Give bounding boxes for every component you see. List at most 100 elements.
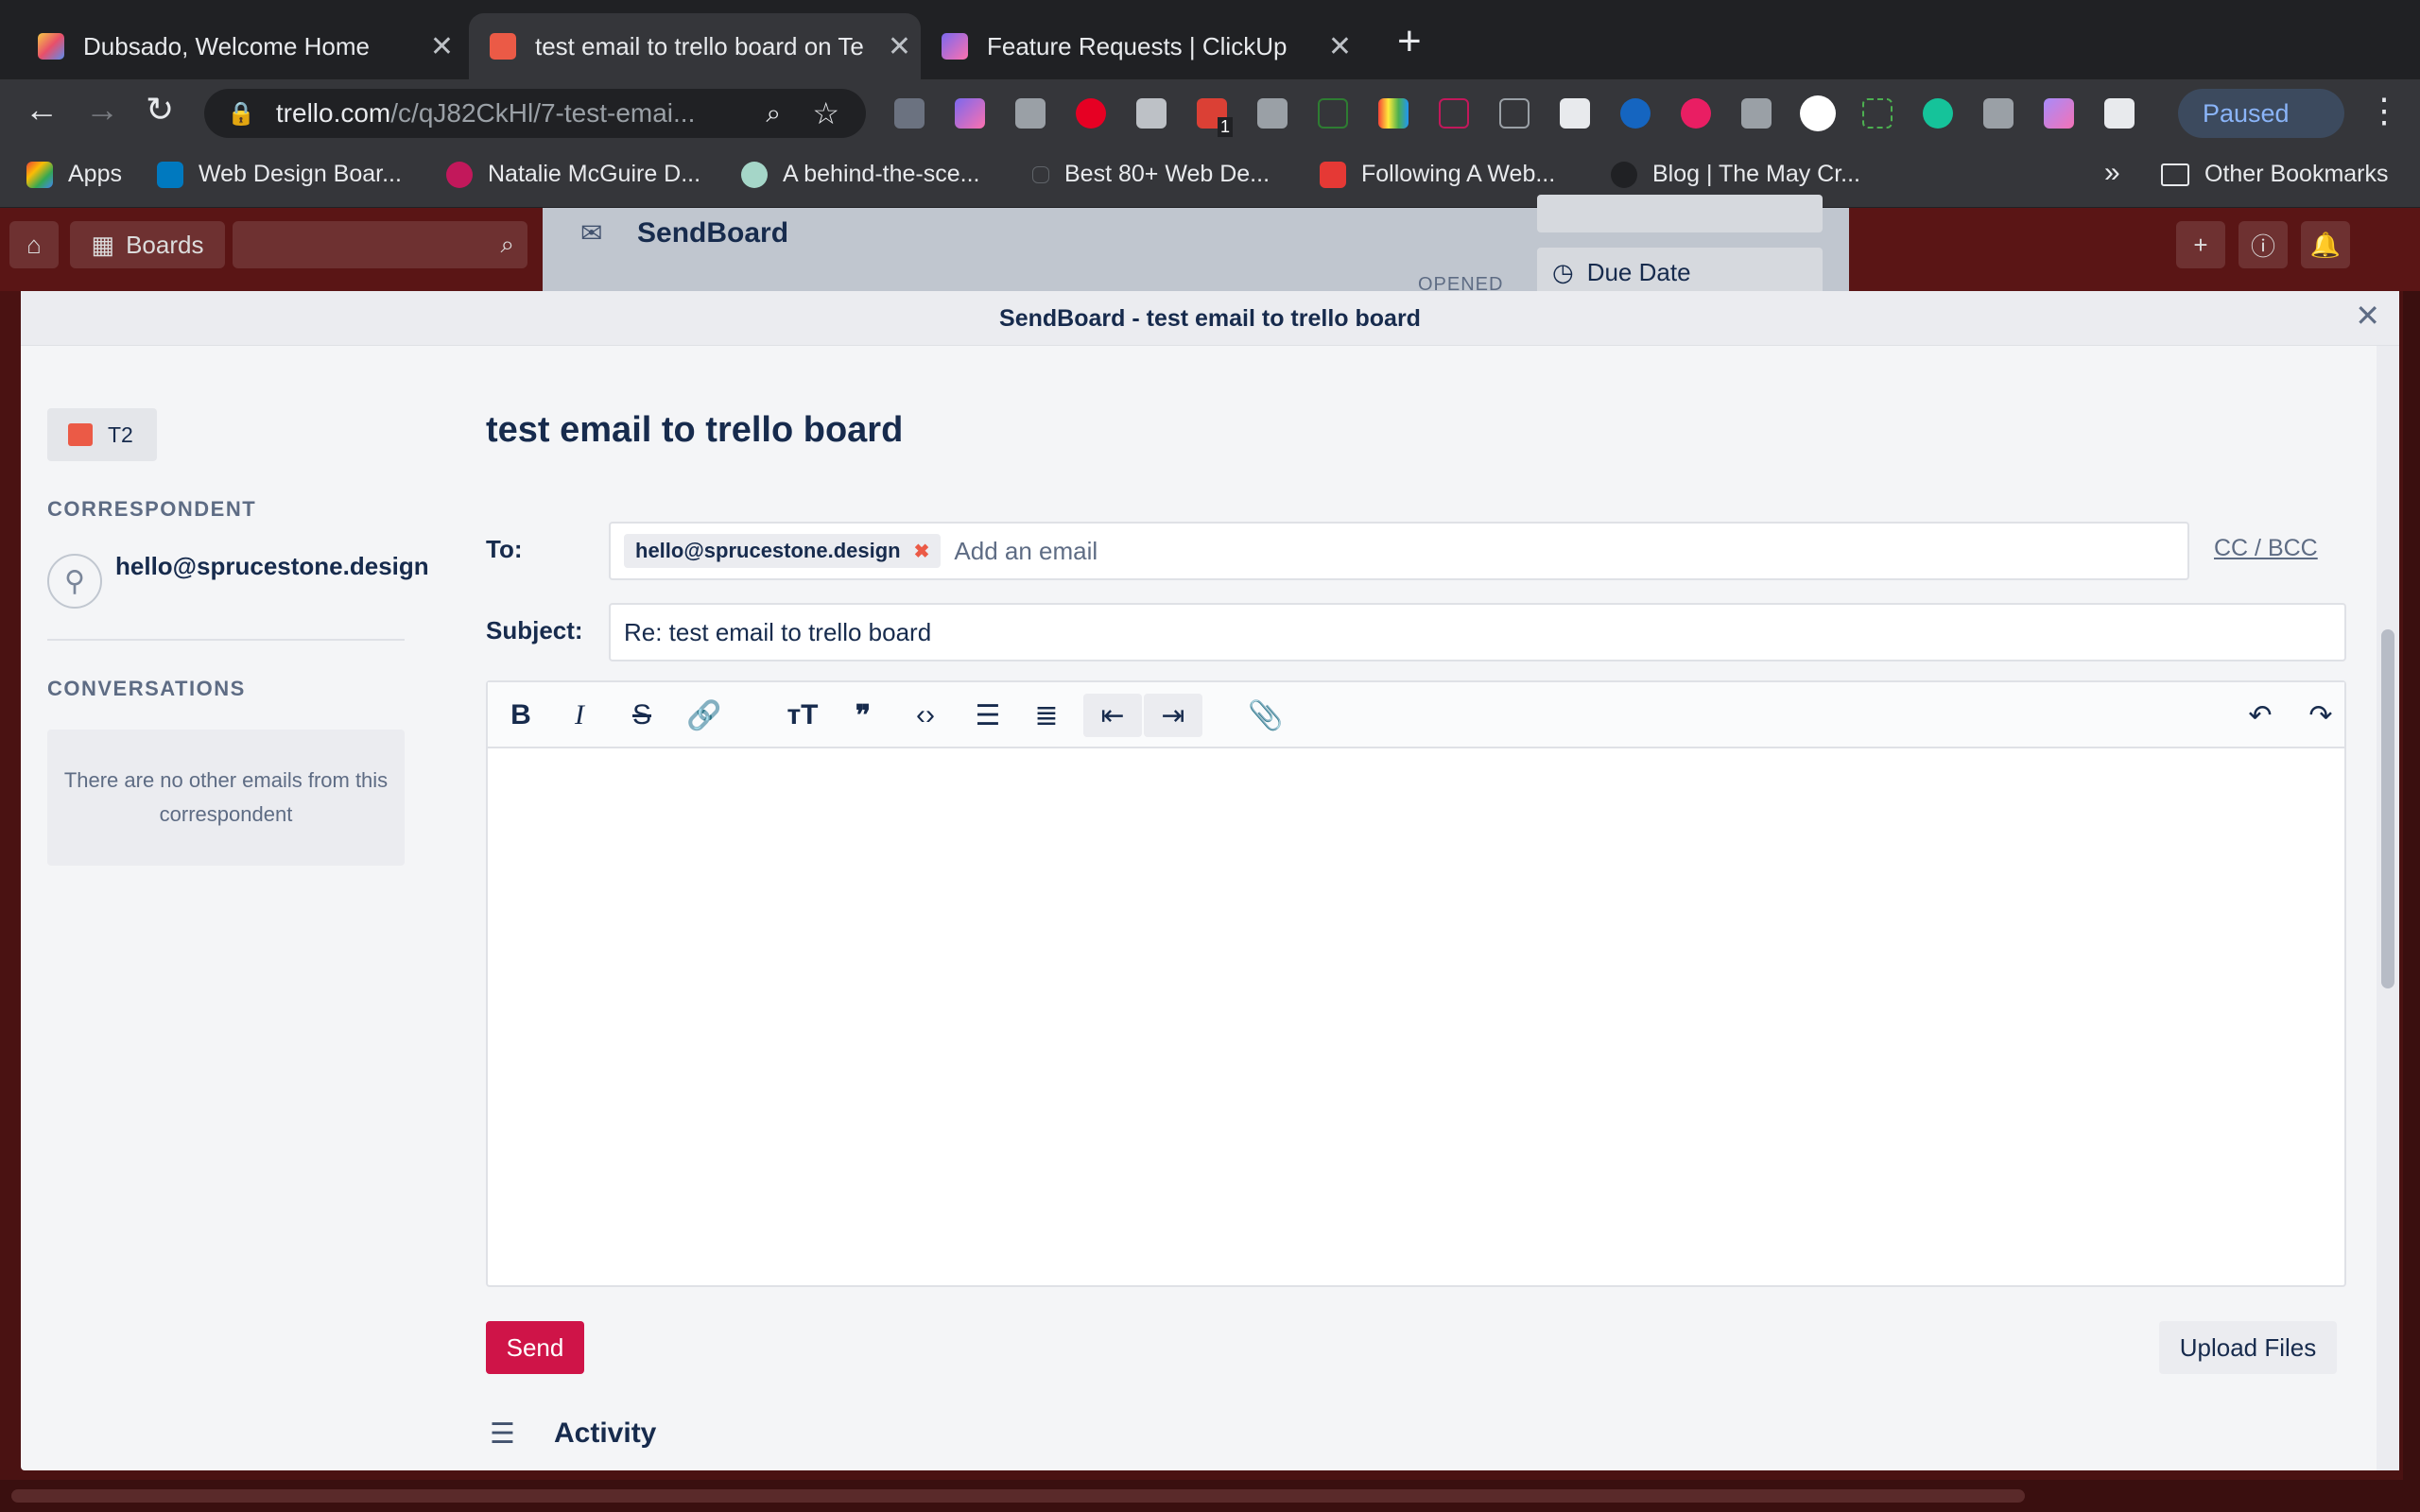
trello-search[interactable]: ⌕ (233, 221, 527, 268)
page-vertical-scrollbar[interactable] (2403, 291, 2420, 1480)
lock-icon: 🔒 (227, 100, 255, 127)
link-icon[interactable]: 🔗 (683, 694, 726, 737)
new-tab-icon[interactable]: + (1397, 21, 1422, 62)
zoom-icon[interactable]: ⌕ (766, 98, 781, 129)
clickup-icon (942, 33, 968, 60)
bookmark-label: Following A Web... (1361, 161, 1556, 187)
trello-icon (157, 161, 183, 188)
heading-icon[interactable]: тT (781, 694, 824, 737)
more-menu-icon[interactable]: ⋮ (2367, 91, 2401, 130)
bookmark-star-icon[interactable]: ☆ (812, 95, 839, 131)
boards-button[interactable]: ▦ Boards (70, 221, 225, 268)
bookmark-label: Best 80+ Web De... (1064, 161, 1270, 187)
t-extension-icon[interactable] (1681, 98, 1711, 129)
bookmark-apps[interactable]: Apps (26, 161, 122, 188)
indent-icon[interactable]: ⇥ (1144, 694, 1202, 737)
italic-icon[interactable]: I (558, 694, 601, 737)
email-body-editor[interactable]: B I S 🔗 тT ❞ ‹› ☰ ≣ ⇤ ⇥ 📎 ↶ ↷ (486, 680, 2346, 1287)
clipboard-extension-icon[interactable] (2104, 98, 2135, 129)
profile-paused-button[interactable]: Paused (2178, 89, 2344, 138)
numbered-list-icon[interactable]: ≣ (1025, 694, 1068, 737)
bold-icon[interactable]: B (499, 694, 543, 737)
scrollbar-thumb[interactable] (11, 1489, 2025, 1503)
grid-extension-icon[interactable] (1257, 98, 1288, 129)
tab-dubsado[interactable]: Dubsado, Welcome Home ✕ (0, 13, 463, 79)
heart-icon (741, 161, 768, 188)
back-icon[interactable]: ← (25, 93, 59, 127)
forward-icon[interactable]: → (85, 93, 119, 127)
address-bar[interactable]: 🔒 trello.com/c/qJ82CkHl/7-test-emai... ⌕… (204, 89, 866, 138)
extension-icon[interactable] (1136, 98, 1167, 129)
b-extension-icon[interactable] (1800, 95, 1836, 131)
page-horizontal-scrollbar[interactable] (0, 1480, 2420, 1512)
reload-icon[interactable]: ↻ (146, 93, 174, 127)
remove-recipient-icon[interactable]: ✖ (914, 540, 930, 563)
redo-icon[interactable]: ↷ (2299, 694, 2342, 737)
extension-badge: 1 (1218, 117, 1234, 137)
overflow-chevron-icon: » (2104, 157, 2120, 188)
scrollbar-thumb[interactable] (2381, 629, 2394, 988)
strikethrough-icon[interactable]: S (620, 694, 664, 737)
close-icon[interactable]: ✕ (430, 30, 454, 63)
bookmark-label: Apps (68, 161, 122, 187)
bookmark-best-80-web[interactable]: Best 80+ Web De... (1032, 161, 1270, 188)
create-button[interactable]: + (2176, 221, 2225, 268)
undo-icon[interactable]: ↶ (2238, 694, 2282, 737)
editor-toolbar: B I S 🔗 тT ❞ ‹› ☰ ≣ ⇤ ⇥ 📎 ↶ ↷ (488, 682, 2344, 748)
quote-icon[interactable]: ❞ (841, 694, 885, 737)
bookmarks-overflow[interactable]: » (2104, 157, 2120, 189)
loom-extension-icon[interactable] (2044, 98, 2074, 129)
bookmark-other-bookmarks[interactable]: Other Bookmarks (2161, 161, 2389, 188)
code-extension-icon[interactable] (894, 98, 925, 129)
recipient-chip[interactable]: hello@sprucestone.design ✖ (624, 534, 942, 568)
grammarly-extension-icon[interactable] (1923, 98, 1953, 129)
bookmark-behind-the-scenes[interactable]: A behind-the-sce... (741, 161, 979, 188)
t2-badge[interactable]: T2 (47, 408, 157, 461)
clickup-extension-icon[interactable] (955, 98, 985, 129)
add-email-input[interactable] (954, 536, 1522, 566)
colorzilla-extension-icon[interactable] (1378, 98, 1409, 129)
notifications-button[interactable]: 🔔 (2301, 221, 2350, 268)
drive-extension-icon[interactable] (1983, 98, 2014, 129)
modal-scrollbar[interactable] (2377, 346, 2399, 1470)
close-icon[interactable]: ✕ (888, 30, 911, 63)
m-extension-icon[interactable] (1560, 98, 1590, 129)
bookmark-label: Natalie McGuire D... (488, 161, 701, 187)
info-icon: ⓘ (2250, 232, 2275, 261)
close-icon[interactable]: ✕ (1328, 30, 1352, 63)
bookmark-may-creative[interactable]: Blog | The May Cr... (1611, 161, 1860, 188)
k-extension-icon[interactable] (1439, 98, 1469, 129)
home-button[interactable]: ⌂ (9, 221, 59, 268)
site-icon (1032, 165, 1049, 183)
no-conversations-message: There are no other emails from this corr… (47, 730, 405, 866)
bookmark-web-design-board[interactable]: Web Design Boar... (157, 161, 402, 188)
cc-bcc-link[interactable]: CC / BCC (2214, 535, 2318, 562)
bw-extension-icon[interactable] (1318, 98, 1348, 129)
code-icon[interactable]: ‹› (904, 694, 947, 737)
send-button[interactable]: Send (486, 1321, 584, 1374)
divider (47, 639, 405, 641)
subject-value: Re: test email to trello board (624, 617, 932, 646)
board-icon: ▦ (91, 230, 115, 259)
subject-field[interactable]: Re: test email to trello board (609, 603, 2346, 662)
outdent-icon[interactable]: ⇤ (1083, 694, 1142, 737)
camera-extension-icon[interactable] (1015, 98, 1046, 129)
circle-extension-icon[interactable] (1620, 98, 1651, 129)
behind-card-title: SendBoard (637, 217, 789, 249)
info-button[interactable]: ⓘ (2238, 221, 2288, 268)
bookmark-following-a-web[interactable]: Following A Web... (1320, 161, 1555, 188)
upload-files-button[interactable]: Upload Files (2159, 1321, 2337, 1374)
bullet-list-icon[interactable]: ☰ (966, 694, 1010, 737)
tab-trello[interactable]: test email to trello board on Te ✕ (469, 13, 921, 79)
tab-clickup[interactable]: Feature Requests | ClickUp ✕ (921, 13, 1361, 79)
bell-icon: 🔔 (2309, 230, 2342, 259)
to-field[interactable]: hello@sprucestone.design ✖ (609, 522, 2189, 580)
screenshot-extension-icon[interactable] (1862, 98, 1893, 129)
bookmark-natalie-mcguire[interactable]: Natalie McGuire D... (446, 161, 700, 188)
wt-extension-icon[interactable] (1499, 98, 1530, 129)
attachment-icon[interactable]: 📎 (1244, 694, 1288, 737)
pocket-extension-icon[interactable] (1741, 98, 1772, 129)
close-icon[interactable]: ✕ (2355, 301, 2380, 331)
correspondent-heading: CORRESPONDENT (47, 497, 257, 521)
pinterest-extension-icon[interactable] (1076, 98, 1106, 129)
